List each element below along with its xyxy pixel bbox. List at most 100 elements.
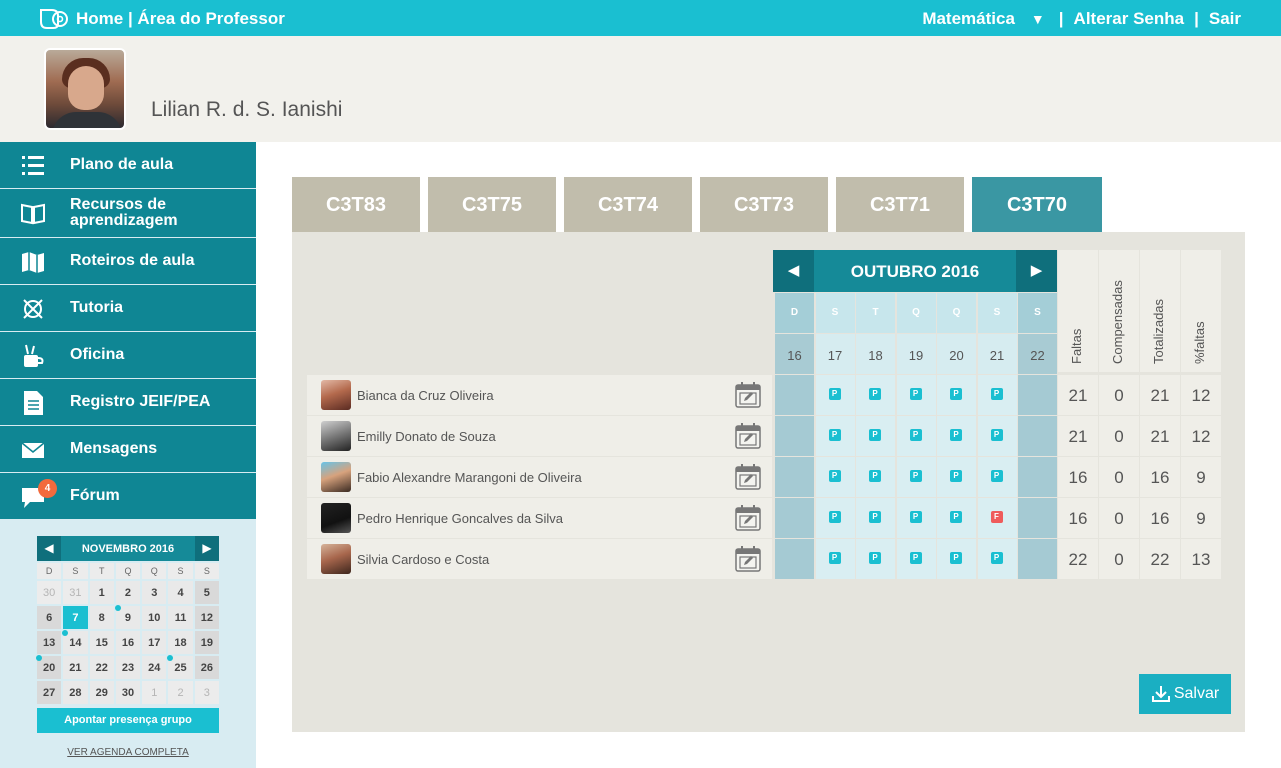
attendance-cell[interactable]: P <box>856 539 895 579</box>
present-mark[interactable]: P <box>828 511 841 523</box>
attendance-cell[interactable] <box>1018 498 1057 538</box>
calendar-day[interactable]: 2 <box>115 581 141 604</box>
attendance-cell[interactable]: P <box>896 457 936 497</box>
sidebar-item-plano-de-aula[interactable]: Plano de aula <box>0 142 256 189</box>
student-name[interactable]: Fabio Alexandre Marangoni de Oliveira <box>357 470 582 485</box>
attendance-cell[interactable] <box>1018 375 1057 415</box>
attendance-cell[interactable] <box>775 498 814 538</box>
calendar-day[interactable]: 22 <box>89 656 114 679</box>
absent-mark[interactable]: F <box>990 511 1003 523</box>
student-name[interactable]: Bianca da Cruz Oliveira <box>357 388 494 403</box>
attendance-cell[interactable]: P <box>896 539 936 579</box>
present-mark[interactable]: P <box>828 552 841 564</box>
calendar-day[interactable]: 28 <box>63 681 88 704</box>
attendance-cell[interactable]: P <box>815 498 855 538</box>
calendar-day[interactable]: 13 <box>37 631 62 654</box>
calendar-day[interactable]: 14 <box>62 630 88 654</box>
attendance-cell[interactable]: P <box>815 539 855 579</box>
present-mark[interactable]: P <box>909 470 922 482</box>
logout-link[interactable]: Sair <box>1209 9 1241 29</box>
student-name[interactable]: Silvia Cardoso e Costa <box>357 552 489 567</box>
attendance-cell[interactable]: P <box>977 539 1017 579</box>
tab-c3t73[interactable]: C3T73 <box>700 177 828 232</box>
attendance-cell[interactable]: P <box>856 375 895 415</box>
calendar-day[interactable]: 6 <box>37 606 62 629</box>
prev-month-button[interactable]: ◀ <box>37 536 61 561</box>
calendar-day-today[interactable]: 7 <box>63 606 88 629</box>
present-mark[interactable]: P <box>950 470 962 482</box>
avatar[interactable] <box>44 48 126 130</box>
present-mark[interactable]: P <box>909 388 922 400</box>
calendar-day[interactable]: 8 <box>89 606 114 629</box>
tab-c3t75[interactable]: C3T75 <box>428 177 556 232</box>
sidebar-item-oficina[interactable]: Oficina <box>0 332 256 379</box>
day-number[interactable]: 22 <box>1018 334 1057 374</box>
calendar-day[interactable]: 3 <box>194 681 219 704</box>
calendar-day[interactable]: 29 <box>89 681 114 704</box>
subject-selector[interactable]: Matemática <box>922 9 1015 29</box>
attendance-cell[interactable]: P <box>896 498 936 538</box>
attendance-cell[interactable]: P <box>977 416 1017 456</box>
present-mark[interactable]: P <box>869 511 881 523</box>
present-mark[interactable]: P <box>950 511 962 523</box>
avatar[interactable] <box>321 503 351 533</box>
calendar-day[interactable]: 3 <box>142 581 167 604</box>
student-name[interactable]: Emilly Donato de Souza <box>357 429 496 444</box>
attendance-cell[interactable]: P <box>937 375 976 415</box>
present-mark[interactable]: P <box>950 552 962 564</box>
calendar-edit-icon[interactable] <box>735 546 761 572</box>
logo-icon[interactable] <box>38 6 70 30</box>
sidebar-item-tutoria[interactable]: Tutoria <box>0 285 256 332</box>
change-password-link[interactable]: Alterar Senha <box>1074 9 1185 29</box>
present-mark[interactable]: P <box>909 429 922 441</box>
attendance-cell[interactable]: P <box>937 416 976 456</box>
attendance-cell[interactable] <box>775 375 814 415</box>
full-agenda-link[interactable]: VER AGENDA COMPLETA <box>37 747 219 758</box>
present-mark[interactable]: P <box>869 388 881 400</box>
student-name[interactable]: Pedro Henrique Goncalves da Silva <box>357 511 563 526</box>
day-number[interactable]: 16 <box>775 334 814 374</box>
calendar-edit-icon[interactable] <box>735 382 761 408</box>
next-month-button[interactable]: ▶ <box>195 536 219 561</box>
attendance-cell[interactable] <box>1018 416 1057 456</box>
avatar[interactable] <box>321 544 351 574</box>
calendar-day[interactable]: 24 <box>142 656 167 679</box>
calendar-day[interactable]: 2 <box>168 681 193 704</box>
calendar-day[interactable]: 27 <box>37 681 62 704</box>
present-mark[interactable]: P <box>909 511 922 523</box>
attendance-cell[interactable]: P <box>856 416 895 456</box>
present-mark[interactable]: P <box>990 388 1003 400</box>
sidebar-item-forum[interactable]: 4 Fórum <box>0 473 256 520</box>
attendance-cell[interactable]: P <box>815 416 855 456</box>
attendance-cell[interactable]: P <box>815 375 855 415</box>
calendar-day[interactable]: 15 <box>89 631 114 654</box>
calendar-day[interactable]: 31 <box>63 581 88 604</box>
calendar-day[interactable]: 4 <box>168 581 193 604</box>
attendance-cell[interactable]: P <box>977 457 1017 497</box>
tab-c3t74[interactable]: C3T74 <box>564 177 692 232</box>
avatar[interactable] <box>321 380 351 410</box>
tab-c3t71[interactable]: C3T71 <box>836 177 964 232</box>
calendar-edit-icon[interactable] <box>735 423 761 449</box>
attendance-cell[interactable]: F <box>977 498 1017 538</box>
calendar-day[interactable]: 20 <box>36 655 62 679</box>
calendar-day[interactable]: 1 <box>142 681 167 704</box>
calendar-day[interactable]: 5 <box>194 581 219 604</box>
day-number[interactable]: 17 <box>815 334 855 374</box>
calendar-day[interactable]: 17 <box>142 631 167 654</box>
attendance-cell[interactable]: P <box>815 457 855 497</box>
day-number[interactable]: 20 <box>937 334 976 374</box>
next-month-button[interactable]: ▶ <box>1016 250 1057 292</box>
sidebar-item-roteiros[interactable]: Roteiros de aula <box>0 238 256 285</box>
present-mark[interactable]: P <box>828 429 841 441</box>
present-mark[interactable]: P <box>828 388 841 400</box>
calendar-day[interactable]: 30 <box>37 581 62 604</box>
calendar-day[interactable]: 1 <box>89 581 114 604</box>
sidebar-item-registro[interactable]: Registro JEIF/PEA <box>0 379 256 426</box>
attendance-cell[interactable]: P <box>937 457 976 497</box>
attendance-cell[interactable]: P <box>937 498 976 538</box>
calendar-day[interactable]: 19 <box>194 631 219 654</box>
attendance-cell[interactable] <box>775 416 814 456</box>
attendance-cell[interactable] <box>1018 457 1057 497</box>
avatar[interactable] <box>321 462 351 492</box>
